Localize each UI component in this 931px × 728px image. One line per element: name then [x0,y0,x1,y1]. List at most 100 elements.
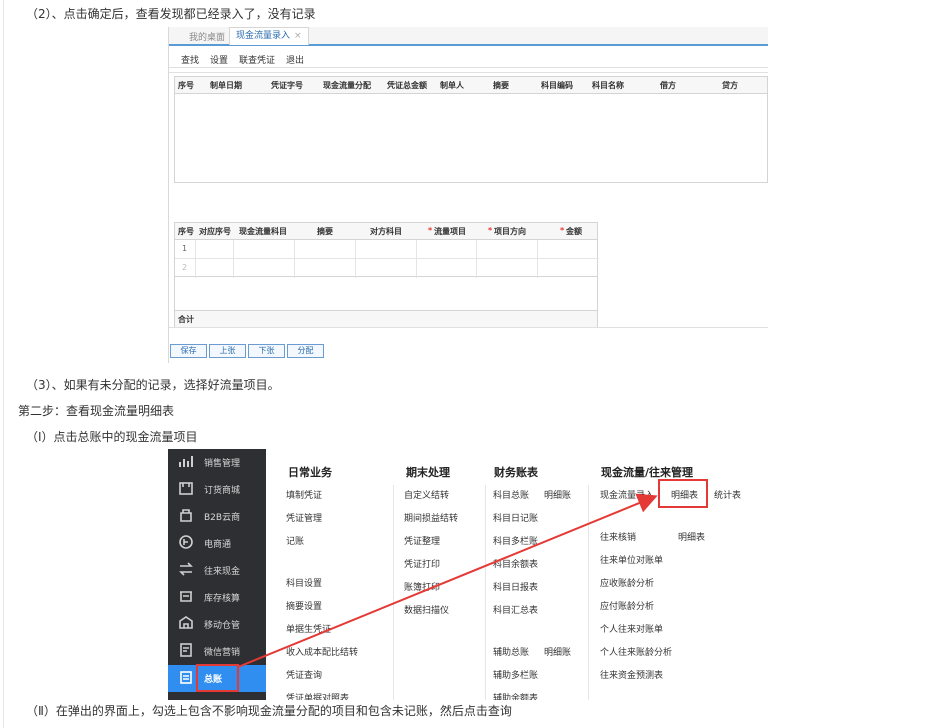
col-header: 科目编码 [541,81,573,90]
close-icon[interactable]: × [294,31,302,41]
step-text-ii: （Ⅱ）在弹出的界面上，勾选上包含不影响现金流量分配的项目和包含未记账，然后点击查… [26,704,512,718]
highlight-box-general-ledger [196,664,239,692]
menu-item[interactable]: 辅助多栏账 [493,668,538,681]
col-divider [355,240,356,278]
menu-item[interactable]: 辅助总账 [493,645,529,658]
menu-exit[interactable]: 退出 [286,53,304,66]
previous-button[interactable]: 上张 [209,344,246,358]
sidebar-item-label: 往来现金 [204,567,241,577]
menu-item[interactable]: 应收账龄分析 [600,576,654,589]
sidebar-item-sales[interactable]: 销售管理 [168,449,266,476]
step-text-i: （Ⅰ）点击总账中的现金流量项目 [26,430,198,444]
menu-item[interactable]: 明细账 [544,488,571,501]
save-button[interactable]: 保存 [170,344,207,358]
sidebar-item-order-mall[interactable]: 订货商城 [168,476,266,503]
menu-settings[interactable]: 设置 [210,53,228,66]
tab-cashflow-entry[interactable]: 现金流量录入 × [229,27,309,45]
step-two-heading: 第二步：查看现金流量明细表 [18,404,175,418]
menu-item[interactable]: 单据生凭证 [286,622,331,635]
menu-item[interactable]: 数据扫描仪 [404,603,449,616]
tab-desktop[interactable]: 我的桌面 [189,30,225,43]
menu-item[interactable]: 凭证整理 [404,534,440,547]
sidebar-item-mobile-warehouse[interactable]: 移动仓管 [168,611,266,638]
col-header: 摘要 [493,81,509,90]
menu-item[interactable]: 个人往来对账单 [600,622,663,635]
divider [169,67,768,68]
col-header: 凭证总金额 [387,81,427,90]
col-header: 对方科目 [370,227,402,236]
menu-item[interactable]: 凭证查询 [286,668,322,681]
menu-link-voucher[interactable]: 联查凭证 [239,53,275,66]
divider [169,72,768,73]
sidebar-item-exchange-cash[interactable]: 往来现金 [168,557,266,584]
menu-item[interactable]: 科目日记账 [493,511,538,524]
required-mark: * [560,226,565,235]
next-button[interactable]: 下张 [248,344,285,358]
cloud-shop-icon [180,509,192,522]
col-header: 科目名称 [592,81,624,90]
menu-item[interactable]: 自定义结转 [404,488,449,501]
sidebar-item-b2b[interactable]: B2B云商 [168,503,266,530]
menu-item[interactable]: 明细表 [678,530,705,543]
sidebar-item-label: 订货商城 [204,486,241,496]
menu-item-cashflow-entry[interactable]: 现金流量录入 [600,488,654,501]
menu-item[interactable]: 明细账 [544,645,571,658]
sidebar-item-wechat[interactable]: 微信营销 [168,638,266,665]
col-header: 项目方向 [494,227,526,236]
menu-item[interactable]: 辅助余额表 [493,691,538,700]
menu-item[interactable]: 填制凭证 [286,488,322,501]
highlight-box-detail [658,479,708,508]
col-divider [233,240,234,278]
required-mark: * [488,226,493,235]
menu-item[interactable]: 账簿打印 [404,580,440,593]
exchange-icon [179,562,193,576]
menu-item[interactable]: 记账 [286,534,304,547]
col-divider [294,240,295,278]
sidebar-item-ecommerce[interactable]: 电商通 [168,530,266,557]
allocate-button[interactable]: 分配 [287,344,324,358]
sidebar-item-label: 库存核算 [204,594,241,604]
menu-item[interactable]: 科目余额表 [493,557,538,570]
sidebar-item-label: B2B云商 [204,513,241,523]
voucher-grid-body [174,93,768,183]
sidebar-item-label: 电商通 [204,540,232,550]
sidebar-item-inventory[interactable]: 库存核算 [168,584,266,611]
menu-item[interactable]: 个人往来账龄分析 [600,645,672,658]
col-header: 金额 [566,227,582,236]
col-divider [195,240,196,278]
menu-item[interactable]: 收入成本配比结转 [286,645,358,658]
page-left-border [3,0,4,728]
menu-item[interactable]: 科目日报表 [493,580,538,593]
ecommerce-icon [179,535,193,549]
menu-item[interactable]: 科目总账 [493,488,529,501]
total-row: 合计 [174,310,598,328]
row-divider [175,258,599,259]
menu-item[interactable]: 凭证管理 [286,511,322,524]
column-divider [393,485,394,700]
sidebar: 销售管理 订货商城 B2B云商 电商通 往来现金 库存核算 移动仓管 微信营销 [168,449,266,700]
column-title-daily: 日常业务 [288,466,332,479]
general-ledger-menu-screenshot: 销售管理 订货商城 B2B云商 电商通 往来现金 库存核算 移动仓管 微信营销 [168,449,767,700]
col-header: 对应序号 [199,227,231,236]
menu-item[interactable]: 摘要设置 [286,599,322,612]
mobile-warehouse-icon [179,616,193,629]
voucher-grid-header: 序号 制单日期 凭证字号 现金流量分配 凭证总金额 制单人 摘要 科目编码 科目… [174,76,768,94]
menu-item[interactable]: 凭证打印 [404,557,440,570]
col-header: 现金流量科目 [239,227,287,236]
menu-item[interactable]: 往来资金预测表 [600,668,663,681]
col-divider [537,240,538,278]
menu-item-cashflow-stats[interactable]: 统计表 [714,488,741,501]
menu-item[interactable]: 期间损益结转 [404,511,458,524]
menu-item[interactable]: 科目设置 [286,576,322,589]
column-title-books: 财务账表 [494,466,538,479]
column-divider [588,485,589,700]
menu-item[interactable]: 科目汇总表 [493,603,538,616]
col-header: 序号 [178,81,194,90]
menu-find[interactable]: 查找 [181,53,199,66]
menu-item[interactable]: 往来核销 [600,530,636,543]
menu-item[interactable]: 往来单位对账单 [600,553,663,566]
menu-item[interactable]: 科目多栏账 [493,534,538,547]
column-title-period-end: 期末处理 [406,466,450,479]
menu-item[interactable]: 应付账龄分析 [600,599,654,612]
menu-item[interactable]: 凭证单据对照表 [286,691,349,700]
